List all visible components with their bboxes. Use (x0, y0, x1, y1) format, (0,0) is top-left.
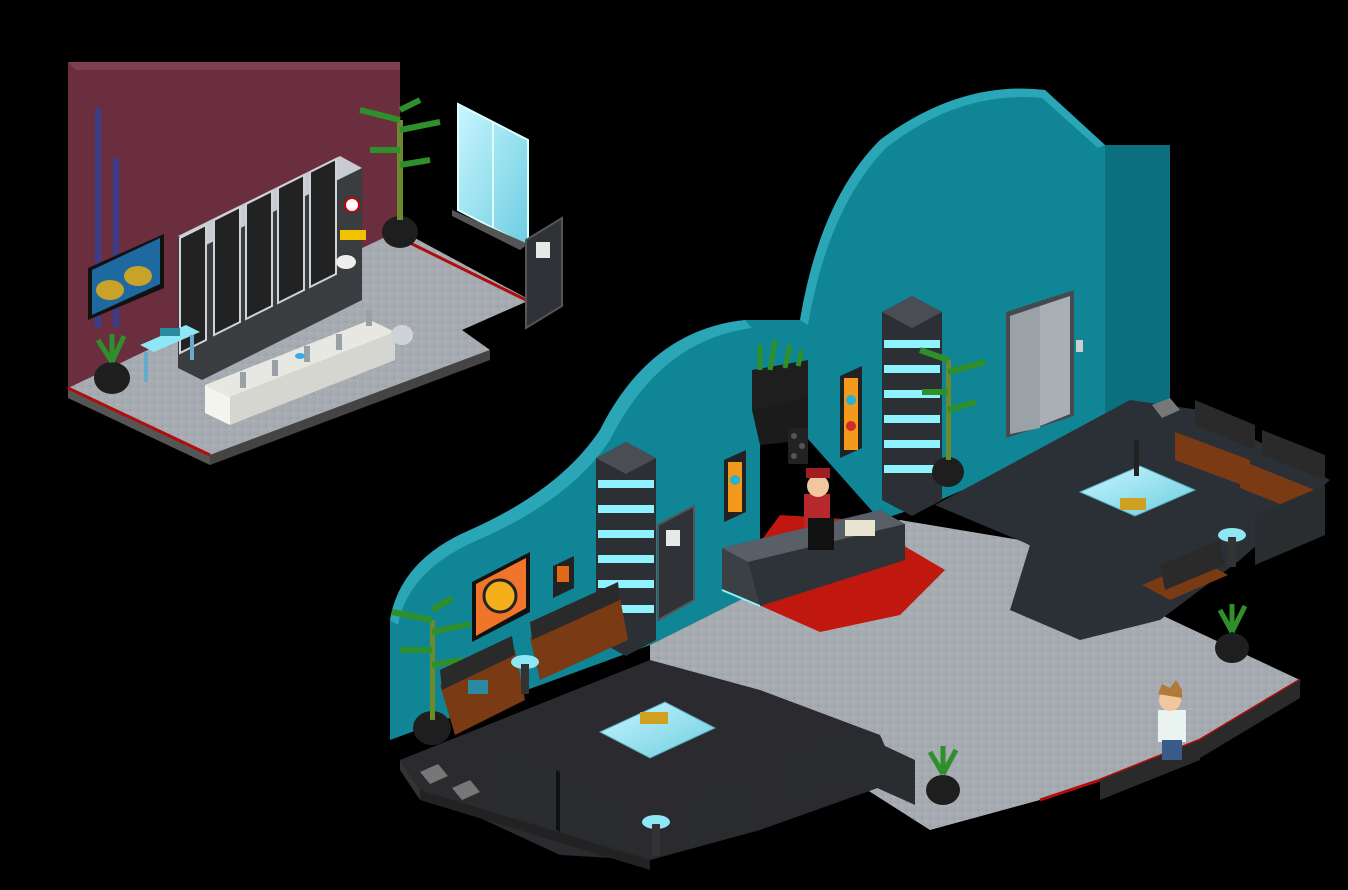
trash-bin[interactable] (391, 325, 413, 345)
no-smoking-sign-icon (344, 197, 360, 213)
elevator[interactable] (1006, 290, 1083, 438)
lobby-door[interactable] (657, 504, 695, 622)
restroom (67, 62, 563, 465)
restroom-wall-top (68, 62, 400, 70)
abstract-painting[interactable] (724, 450, 746, 522)
isometric-game-view[interactable] (0, 0, 1348, 890)
glowing-pillar (882, 296, 942, 516)
wall-wine-rack (788, 428, 808, 464)
lobby (390, 88, 1330, 870)
vase (1134, 440, 1139, 476)
toilet-sign-icon (666, 530, 680, 546)
abstract-painting[interactable] (840, 366, 862, 458)
caution-tape (340, 230, 366, 240)
elevator-button-icon[interactable] (1076, 340, 1083, 352)
game-canvas[interactable] (0, 0, 1348, 890)
toilet-sign-icon (536, 242, 550, 258)
desk-papers (845, 520, 875, 536)
potted-plant[interactable] (1215, 604, 1249, 663)
computer-monitor[interactable] (808, 518, 834, 550)
toilet[interactable] (336, 255, 356, 269)
restroom-door[interactable] (525, 216, 563, 330)
player-avatar[interactable] (1158, 680, 1186, 760)
window (452, 102, 529, 250)
